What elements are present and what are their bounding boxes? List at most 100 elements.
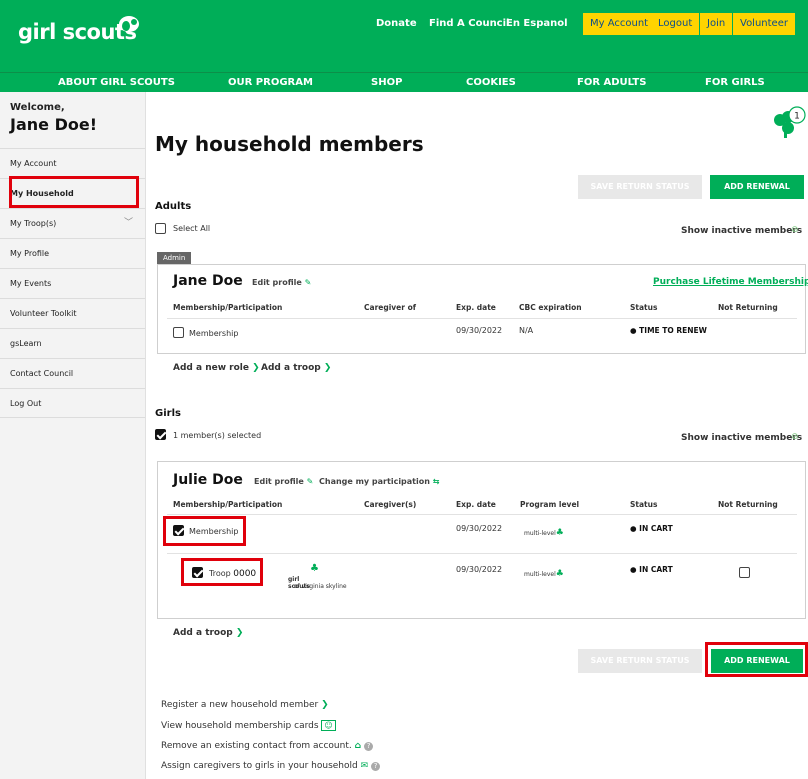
girls-heading: Girls (155, 408, 181, 419)
girls-select-checkbox[interactable] (155, 429, 166, 440)
espanol-link[interactable]: En Espanol (506, 18, 568, 29)
status-text: IN CART (639, 524, 673, 533)
divider (167, 318, 797, 319)
col-caregivers: Caregiver(s) (364, 500, 417, 509)
join-button[interactable]: Join (700, 13, 733, 35)
eye-slash-icon[interactable]: ⊘ (791, 225, 799, 235)
chevron-right-icon: ❯ (321, 700, 329, 710)
troop-number: 0000 (233, 569, 257, 579)
sidebar-item-my-account[interactable]: My Account (0, 148, 145, 178)
sidebar-item-contact-council[interactable]: Contact Council (0, 358, 145, 388)
troop-exp: 09/30/2022 (456, 565, 503, 574)
sidebar-item-my-troops[interactable]: My Troop(s) ﹀ (0, 208, 145, 238)
page-title: My household members (155, 132, 424, 156)
eye-slash-icon[interactable]: ⊘ (791, 432, 799, 442)
sidebar-item-label: Log Out (10, 399, 42, 408)
adult-add-troop-link[interactable]: Add a troop ❯ (261, 363, 331, 373)
nav-cookies[interactable]: COOKIES (466, 77, 516, 88)
adult-membership-label: Membership (189, 329, 239, 338)
chevron-right-icon: ❯ (235, 628, 244, 638)
sidebar-item-label: My Account (10, 159, 57, 168)
sidebar-item-volunteer-toolkit[interactable]: Volunteer Toolkit (0, 298, 145, 328)
adult-cbc: N/A (519, 326, 534, 335)
envelope-icon: ✉ (360, 761, 369, 771)
sidebar-item-my-events[interactable]: My Events (0, 268, 145, 298)
nav-about[interactable]: ABOUT GIRL SCOUTS (58, 77, 175, 88)
sidebar-item-label: My Troop(s) (10, 219, 57, 228)
remove-contact-link[interactable]: Remove an existing contact from account.… (161, 741, 374, 751)
assign-caregivers-link[interactable]: Assign caregivers to girls in your house… (161, 761, 381, 771)
multi-level-text: multi-level (524, 571, 556, 578)
add-role-label: Add a new role (173, 363, 249, 373)
find-council-link[interactable]: Find A Council (429, 18, 509, 29)
trefoil-icon: ♣ (555, 528, 564, 538)
add-troop-label: Add a troop (173, 628, 233, 638)
divider (167, 514, 797, 515)
add-renewal-button-bottom[interactable]: ADD RENEWAL (711, 649, 803, 673)
purchase-lifetime-link[interactable]: Purchase Lifetime Membership (653, 277, 808, 287)
add-troop-label: Add a troop (261, 363, 321, 373)
sidebar-item-my-profile[interactable]: My Profile (0, 238, 145, 268)
help-icon[interactable]: ? (371, 762, 381, 771)
nav-program[interactable]: OUR PROGRAM (228, 77, 313, 88)
change-participation-label: Change my participation (319, 477, 430, 486)
girl-membership-checkbox[interactable] (173, 525, 184, 536)
col-caregiver-of: Caregiver of (364, 303, 416, 312)
status-text: IN CART (639, 565, 673, 574)
volunteer-button[interactable]: Volunteer (733, 13, 795, 35)
trefoil-logo-icon (119, 16, 139, 32)
adult-status: ● TIME TO RENEW (630, 326, 707, 335)
pencil-icon: ✎ (306, 477, 314, 486)
save-return-status-button-bottom[interactable]: SAVE RETURN STATUS (578, 649, 702, 673)
adult-exp-date: 09/30/2022 (456, 326, 503, 335)
cart-trefoil-icon[interactable]: 1 (766, 104, 806, 144)
chevron-down-icon[interactable]: ﹀ (124, 209, 133, 238)
nav-girls[interactable]: FOR GIRLS (705, 77, 765, 88)
adult-edit-profile-link[interactable]: Edit profile ✎ (252, 278, 311, 287)
divider (167, 553, 797, 554)
edit-profile-label: Edit profile (254, 477, 304, 486)
show-inactive-adults[interactable]: Show inactive members (681, 226, 802, 236)
adult-member-name: Jane Doe (173, 273, 243, 289)
add-new-role-link[interactable]: Add a new role ❯ (173, 363, 260, 373)
donate-link[interactable]: Donate (376, 18, 417, 29)
girls-selected-count: 1 member(s) selected (173, 431, 262, 440)
col-membership: Membership/Participation (173, 303, 283, 312)
cart-count: 1 (794, 112, 800, 122)
view-cards-link[interactable]: View household membership cards ☺ (161, 720, 336, 731)
logout-button[interactable]: Logout (651, 13, 700, 35)
girl-edit-profile-link[interactable]: Edit profile ✎ (254, 477, 313, 486)
troop-checkbox[interactable] (192, 567, 203, 578)
girl-member-name: Julie Doe (173, 472, 243, 488)
nav-shop[interactable]: SHOP (371, 77, 402, 88)
header-bar: girl scouts Donate Find A Council En Esp… (0, 0, 808, 72)
sidebar-item-log-out[interactable]: Log Out (0, 388, 145, 418)
multi-level-badge: multi-level♣ (524, 569, 564, 579)
adults-heading: Adults (155, 201, 192, 212)
troop-status: ● IN CART (630, 565, 673, 574)
add-renewal-button[interactable]: ADD RENEWAL (710, 175, 804, 199)
col-status: Status (630, 500, 658, 509)
show-inactive-girls[interactable]: Show inactive members (681, 433, 802, 443)
troop-label-text: Troop (209, 569, 231, 578)
multi-level-text: multi-level (524, 530, 556, 537)
chevron-right-icon: ❯ (252, 363, 260, 373)
my-account-button[interactable]: My Account (583, 13, 656, 35)
girl-add-troop-link[interactable]: Add a troop ❯ (173, 628, 243, 638)
select-all-checkbox[interactable] (155, 223, 166, 234)
not-returning-checkbox[interactable] (739, 567, 750, 578)
help-icon[interactable]: ? (364, 742, 374, 751)
adult-membership-checkbox[interactable] (173, 327, 184, 338)
col-exp-date: Exp. date (456, 303, 496, 312)
nav-adults[interactable]: FOR ADULTS (577, 77, 646, 88)
sidebar-item-label: Contact Council (10, 369, 74, 378)
sidebar-item-gslearn[interactable]: gsLearn (0, 328, 145, 358)
save-return-status-button[interactable]: SAVE RETURN STATUS (578, 175, 702, 199)
chevron-right-icon: ❯ (323, 363, 332, 373)
id-card-icon: ☺ (321, 720, 336, 731)
home-icon: ⌂ (354, 741, 362, 751)
girl-membership-status: ● IN CART (630, 524, 673, 533)
change-participation-link[interactable]: Change my participation ⇆ (319, 477, 439, 486)
trefoil-icon: ♣ (555, 569, 564, 579)
register-member-link[interactable]: Register a new household member ❯ (161, 700, 329, 710)
